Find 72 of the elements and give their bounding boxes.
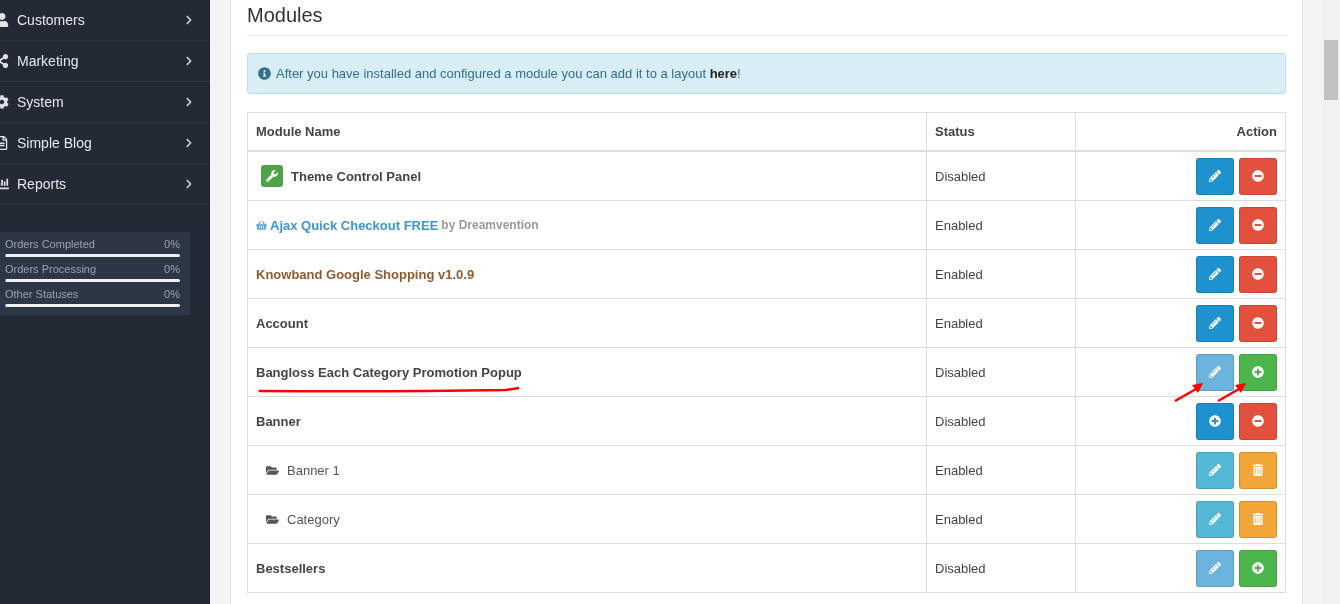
chevron-icon [184, 179, 194, 189]
install-button[interactable] [1239, 549, 1277, 587]
module-name: Knowband Google Shopping v1.0.9 [256, 266, 475, 282]
status-cell: Enabled [926, 445, 1076, 495]
sidebar-item[interactable]: Simple Blog [0, 123, 210, 164]
chevron-icon [184, 15, 194, 25]
pencil-icon [1209, 562, 1221, 574]
alert-text: After you have installed and configured a module you can add it to a layout here! [276, 66, 741, 81]
edit-button[interactable] [1196, 353, 1234, 391]
module-name: Theme Control Panel [291, 168, 422, 184]
pencil-icon [1209, 317, 1221, 329]
page-title: Modules [247, 0, 1286, 36]
uninstall-button[interactable] [1239, 402, 1277, 440]
folder-icon [266, 512, 279, 526]
edit-button[interactable] [1196, 500, 1234, 538]
edit-button[interactable] [1196, 451, 1234, 489]
delete-button[interactable] [1239, 451, 1277, 489]
column-header: Action [1075, 112, 1286, 151]
module-name: Category [287, 511, 340, 527]
module-name: Bangloss Each Category Promotion Popup [256, 364, 522, 380]
status-cell: Enabled [926, 249, 1076, 299]
basket-icon [256, 219, 267, 231]
status-cell: Disabled [926, 347, 1076, 397]
pencil-icon [1209, 268, 1221, 280]
edit-button[interactable] [1196, 157, 1234, 195]
folder-icon [266, 463, 279, 477]
status-cell: Enabled [926, 494, 1076, 544]
sidebar-item[interactable]: Marketing [0, 41, 210, 82]
module-name: Bestsellers [256, 560, 326, 576]
stat-value: 0% [164, 263, 180, 275]
column-header: Module Name [247, 112, 927, 151]
pencil-icon [1209, 170, 1221, 182]
sidebar-item[interactable]: System [0, 82, 210, 123]
module-author: by Dreamvention [441, 218, 539, 232]
edit-button[interactable] [1196, 206, 1234, 244]
stat-value: 0% [164, 288, 180, 300]
uninstall-button[interactable] [1239, 206, 1277, 244]
stat-label: Other Statuses [5, 288, 79, 300]
install-button[interactable] [1196, 402, 1234, 440]
pencil-icon [1209, 513, 1221, 525]
status-cell: Enabled [926, 298, 1076, 348]
module-name: Account [256, 315, 308, 331]
status-cell: Enabled [926, 200, 1076, 250]
status-cell: Disabled [926, 396, 1076, 446]
info-icon [258, 67, 271, 80]
status-cell: Disabled [926, 543, 1076, 593]
status-cell: Disabled [926, 151, 1076, 201]
column-header: Status [926, 112, 1076, 151]
stat-label: Orders Processing [5, 263, 97, 275]
module-name: Banner 1 [287, 462, 340, 478]
chevron-icon [184, 97, 194, 107]
uninstall-button[interactable] [1239, 157, 1277, 195]
sidebar-item[interactable]: Customers [0, 0, 210, 41]
module-name: Banner [256, 413, 301, 429]
pencil-icon [1209, 219, 1221, 231]
pencil-icon [1209, 366, 1221, 378]
delete-button[interactable] [1239, 500, 1277, 538]
stat-label: Orders Completed [5, 238, 95, 250]
install-button[interactable] [1239, 353, 1277, 391]
trash-icon [1252, 513, 1264, 525]
sidebar-item[interactable]: Reports [0, 164, 210, 205]
pencil-icon [1209, 464, 1221, 476]
wrench-icon [261, 165, 283, 187]
uninstall-button[interactable] [1239, 304, 1277, 342]
uninstall-button[interactable] [1239, 255, 1277, 293]
chevron-icon [184, 56, 194, 66]
chevron-icon [184, 138, 194, 148]
edit-button[interactable] [1196, 304, 1234, 342]
edit-button[interactable] [1196, 549, 1234, 587]
trash-icon [1252, 464, 1264, 476]
edit-button[interactable] [1196, 255, 1234, 293]
stat-value: 0% [164, 238, 180, 250]
